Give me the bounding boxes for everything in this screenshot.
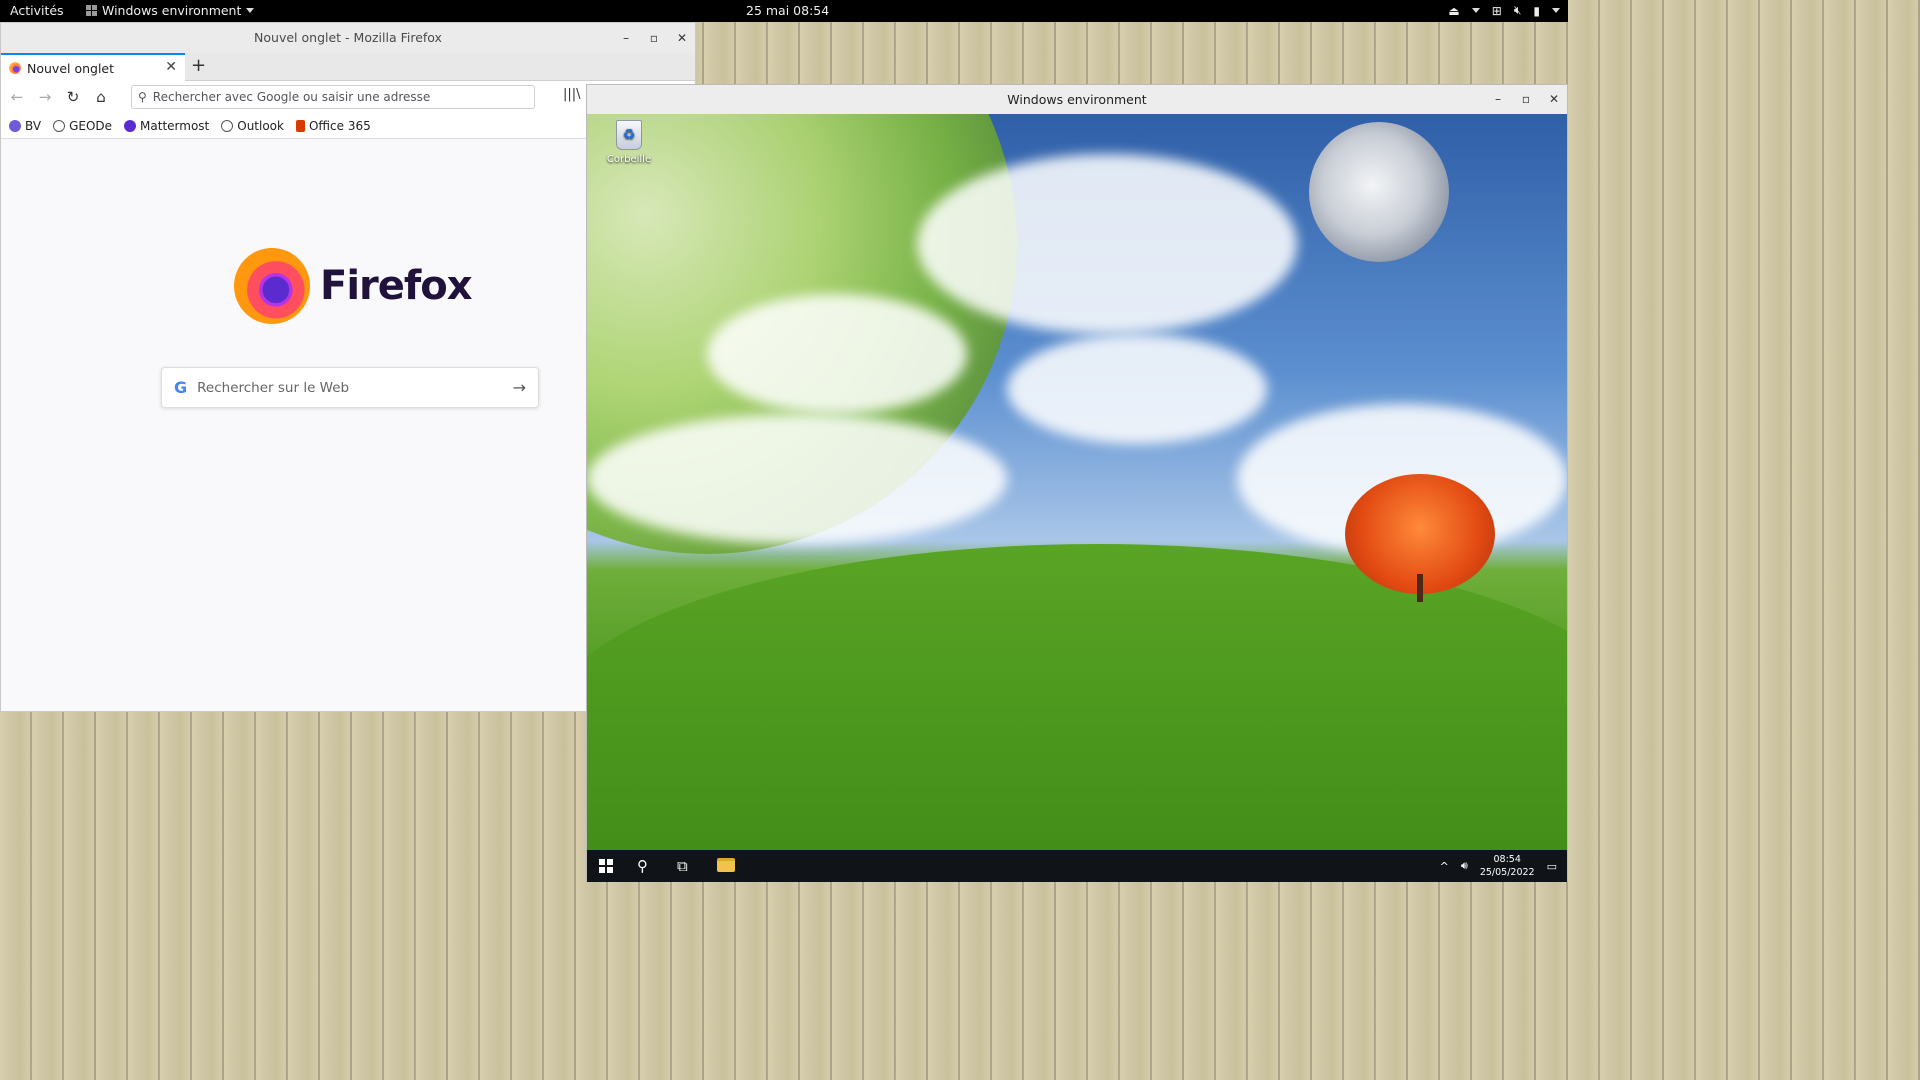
bookmark-geode[interactable]: GEODe [53,119,112,133]
window-title: Nouvel onglet - Mozilla Firefox [254,30,442,45]
eject-icon[interactable]: ⏏ [1448,4,1459,18]
volume-icon[interactable]: 🔊︎ [1461,859,1468,873]
google-icon: G [174,378,188,397]
reload-icon[interactable]: ↻ [63,88,83,106]
url-placeholder: Rechercher avec Google ou saisir une adr… [152,90,431,104]
arrow-right-icon[interactable]: → [513,378,526,397]
windows-system-tray: ^ 🔊︎ 08:54 25/05/2022 ▭ [1440,850,1557,882]
firefox-titlebar[interactable]: Nouvel onglet - Mozilla Firefox – ▫ ✕ [1,23,695,53]
window-title: Windows environment [1007,92,1147,107]
wallpaper-cloud [1007,334,1267,444]
windows-taskbar: ⚲ ⧉ ^ 🔊︎ 08:54 25/05/2022 ▭ [587,850,1567,882]
notification-center-icon[interactable]: ▭ [1547,860,1557,873]
gnome-top-bar: Activités Windows environment 25 mai 08:… [0,0,1568,22]
search-icon[interactable]: ⚲ [637,857,648,875]
bookmark-office-365[interactable]: Office 365 [295,118,371,133]
activities-button[interactable]: Activités [10,3,64,18]
bv-icon [9,119,21,132]
app-menu[interactable]: Windows environment [86,3,255,18]
globe-icon [53,119,66,132]
taskbar-clock[interactable]: 08:54 25/05/2022 [1480,853,1535,879]
forward-icon[interactable]: → [35,88,55,106]
window-controls: – ▫ ✕ [621,23,687,53]
tab-bar: Nouvel onglet ✕ + [1,53,695,81]
bookmark-label: Office 365 [308,118,371,133]
tab-new-tab[interactable]: Nouvel onglet ✕ [1,53,185,81]
windows-environment-window: Windows environment – ▫ ✕ ♻ Corbeille ⚲ … [586,84,1568,882]
minimize-button[interactable]: – [1493,85,1503,114]
maximize-button[interactable]: ▫ [649,23,659,53]
recycle-bin-desktop-icon[interactable]: ♻ Corbeille [601,120,657,165]
globe-icon [221,119,234,132]
taskbar-date: 25/05/2022 [1479,867,1535,878]
system-tray[interactable]: ⏏ ⊞ 🔇︎ ▮ [1448,3,1560,18]
wallpaper-cloud [587,414,1007,544]
chevron-down-icon[interactable] [1471,8,1480,13]
close-button[interactable]: ✕ [1549,85,1559,114]
wallpaper-moon [1309,122,1449,262]
maximize-button[interactable]: ▫ [1521,85,1531,114]
back-icon[interactable]: ← [7,88,27,106]
file-explorer-icon[interactable] [717,858,735,872]
minimize-button[interactable]: – [621,23,631,53]
web-search-placeholder: Rechercher sur le Web [197,379,350,396]
bookmark-label: BV [25,118,42,133]
url-bar[interactable]: ⚲ Rechercher avec Google ou saisir une a… [131,85,535,109]
firefox-logo-icon [234,248,310,324]
bookmark-label: GEODe [69,118,113,133]
mattermost-icon [124,119,137,132]
home-icon[interactable]: ⌂ [91,88,111,106]
close-button[interactable]: ✕ [677,23,687,53]
desktop-icon-label: Corbeille [606,154,652,165]
network-icon[interactable]: ⊞ [1492,4,1502,18]
task-view-icon[interactable]: ⧉ [677,857,688,875]
search-icon: ⚲ [138,90,147,104]
bookmark-label: Outlook [237,118,284,133]
recycle-bin-icon: ♻ [616,120,642,150]
tab-label: Nouvel onglet [27,60,115,76]
window-controls: – ▫ ✕ [1493,85,1559,114]
web-search-input[interactable]: G Rechercher sur le Web → [161,367,539,408]
taskbar-time: 08:54 [1493,854,1521,865]
app-menu-label: Windows environment [102,3,242,18]
windows-desktop[interactable]: ♻ Corbeille [587,114,1567,850]
topbar-clock[interactable]: 25 mai 08:54 [746,3,829,18]
bookmark-mattermost[interactable]: Mattermost [124,119,209,133]
wallpaper-tree-trunk [1417,574,1423,602]
wallpaper-cloud [707,294,967,414]
firefox-wordmark: Firefox [320,263,473,309]
bookmark-bv[interactable]: BV [9,119,41,133]
bookmark-label: Mattermost [140,118,210,133]
close-tab-icon[interactable]: ✕ [165,59,177,75]
firefox-branding: Firefox [234,248,473,324]
chevron-up-icon[interactable]: ^ [1440,860,1449,873]
chevron-down-icon[interactable] [1552,8,1560,13]
volume-muted-icon[interactable]: 🔇︎ [1514,3,1522,18]
library-icon[interactable]: |||\ [563,87,581,102]
office-icon [295,119,305,132]
battery-icon[interactable]: ▮ [1533,4,1540,18]
wallpaper-cloud [917,154,1297,334]
new-tab-button[interactable]: + [191,55,206,76]
start-button[interactable] [599,859,613,873]
windows-logo-icon [86,5,97,16]
windows-env-titlebar[interactable]: Windows environment – ▫ ✕ [587,85,1567,114]
chevron-down-icon [246,8,255,13]
firefox-favicon-icon [9,62,21,74]
bookmark-outlook[interactable]: Outlook [221,119,284,133]
